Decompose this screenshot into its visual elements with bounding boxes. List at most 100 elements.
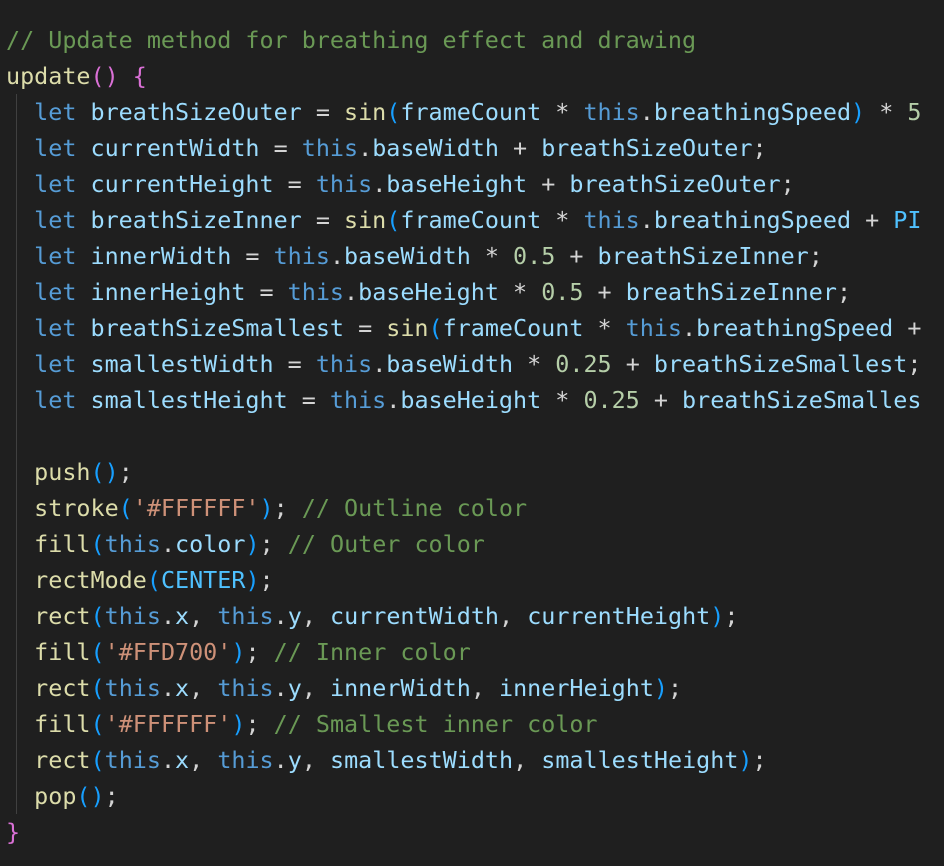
code-token-variable: breathSizeSmallest — [90, 314, 344, 342]
code-token-function: rect — [34, 746, 91, 774]
code-token-plain: = — [301, 206, 345, 234]
code-token-variable: frameCount — [400, 98, 542, 126]
code-token-bracket2: ( — [386, 206, 401, 234]
code-token-keyword: let — [34, 350, 77, 378]
code-token-bracket1: () — [90, 62, 119, 90]
code-line[interactable]: fill('#FFD700'); // Inner color — [6, 634, 471, 670]
code-token-variable: breathSizeSmallest — [653, 350, 908, 378]
code-token-variable: currentWidth — [90, 134, 260, 162]
code-line[interactable]: rectMode(CENTER); — [6, 562, 273, 598]
code-line[interactable]: rect(this.x, this.y, currentWidth, curre… — [6, 598, 738, 634]
code-token-plain: , — [499, 602, 528, 630]
code-token-function: stroke — [34, 494, 119, 522]
code-token-plain: ; — [907, 350, 922, 378]
code-token-constant: CENTER — [160, 566, 246, 594]
code-line[interactable]: let innerHeight = this.baseHeight * 0.5 … — [6, 274, 851, 310]
code-line[interactable]: let smallestHeight = this.baseHeight * 0… — [6, 382, 921, 418]
code-token-variable: x — [175, 746, 190, 774]
code-token-plain: = — [273, 350, 316, 378]
code-editor[interactable]: // Update method for breathing effect an… — [0, 0, 944, 866]
code-token-plain: ; — [780, 170, 795, 198]
code-token-function: rect — [34, 602, 91, 630]
code-token-keyword: let — [34, 242, 77, 270]
code-token-plain: + — [611, 350, 654, 378]
code-token-plain: * — [541, 98, 584, 126]
code-token-function: rect — [34, 674, 91, 702]
code-token-bracket2: () — [76, 782, 105, 810]
code-line[interactable]: } — [6, 814, 20, 850]
code-line[interactable]: stroke('#FFFFFF'); // Outline color — [6, 490, 527, 526]
code-token-function: sin — [344, 206, 387, 234]
code-line[interactable]: rect(this.x, this.y, innerWidth, innerHe… — [6, 670, 682, 706]
code-token-number: 5 — [907, 98, 922, 126]
code-token-variable: breathSizeOuter — [90, 98, 302, 126]
code-line[interactable]: push(); — [6, 454, 133, 490]
code-token-plain: * — [541, 386, 584, 414]
code-token-variable: breathSizeSmalles — [682, 386, 922, 414]
code-line[interactable]: rect(this.x, this.y, smallestWidth, smal… — [6, 742, 766, 778]
code-token-keyword: let — [34, 314, 77, 342]
code-token-plain: = — [287, 386, 330, 414]
code-token-variable: baseWidth — [344, 242, 471, 270]
code-token-bracket2: ( — [90, 674, 105, 702]
code-line[interactable]: pop(); — [6, 778, 119, 814]
code-token-bracket2: ) — [851, 98, 866, 126]
code-token-string: '#FFFFFF' — [104, 710, 232, 738]
code-token-comment: // Outer color — [287, 530, 485, 558]
code-token-plain: . — [639, 98, 654, 126]
code-token-plain: ; — [118, 458, 133, 486]
code-line[interactable]: let currentHeight = this.baseHeight + br… — [6, 166, 795, 202]
code-token-variable: currentWidth — [330, 602, 500, 630]
code-token-plain: = — [259, 134, 302, 162]
code-line[interactable]: let currentWidth = this.baseWidth + brea… — [6, 130, 766, 166]
code-token-keyword: this — [301, 134, 359, 162]
code-token-variable: baseWidth — [386, 350, 514, 378]
code-token-bracket2: ( — [90, 710, 105, 738]
code-line[interactable]: let breathSizeOuter = sin(frameCount * t… — [6, 94, 921, 130]
code-token-variable: smallestWidth — [90, 350, 274, 378]
code-token-variable: y — [287, 602, 302, 630]
code-token-variable: baseHeight — [400, 386, 542, 414]
code-line[interactable]: fill('#FFFFFF'); // Smallest inner color — [6, 706, 597, 742]
code-line[interactable]: let breathSizeInner = sin(frameCount * t… — [6, 202, 921, 238]
code-line[interactable]: update() { — [6, 58, 147, 94]
code-token-keyword: this — [315, 350, 373, 378]
code-line[interactable]: // Update method for breathing effect an… — [6, 22, 696, 58]
code-token-plain: + — [583, 278, 626, 306]
code-line[interactable]: fill(this.color); // Outer color — [6, 526, 485, 562]
code-token-bracket2: ) — [245, 566, 260, 594]
code-token-bracket2: ) — [245, 530, 260, 558]
code-token-bracket2: ( — [90, 602, 105, 630]
code-token-bracket1: } — [6, 818, 21, 846]
code-token-function: fill — [34, 638, 91, 666]
code-token-function: sin — [344, 98, 387, 126]
code-token-plain: ; — [245, 710, 274, 738]
code-token-bracket2: ( — [386, 98, 401, 126]
code-token-variable: baseHeight — [358, 278, 499, 306]
code-token-plain: * — [541, 206, 584, 234]
code-token-variable: innerWidth — [90, 242, 232, 270]
code-token-comment: // Outline color — [301, 494, 528, 522]
code-token-plain: , — [301, 602, 331, 630]
code-token-bracket2: ) — [231, 710, 246, 738]
code-line[interactable]: let breathSizeSmallest = sin(frameCount … — [6, 310, 921, 346]
code-line[interactable]: let innerWidth = this.baseWidth * 0.5 + … — [6, 238, 823, 274]
code-line[interactable]: let smallestWidth = this.baseWidth * 0.2… — [6, 346, 921, 382]
code-token-keyword: this — [287, 278, 345, 306]
code-token-plain: , — [301, 674, 331, 702]
code-token-plain: = — [231, 242, 274, 270]
code-token-variable: baseHeight — [386, 170, 528, 198]
code-token-function: rectMode — [34, 566, 147, 594]
